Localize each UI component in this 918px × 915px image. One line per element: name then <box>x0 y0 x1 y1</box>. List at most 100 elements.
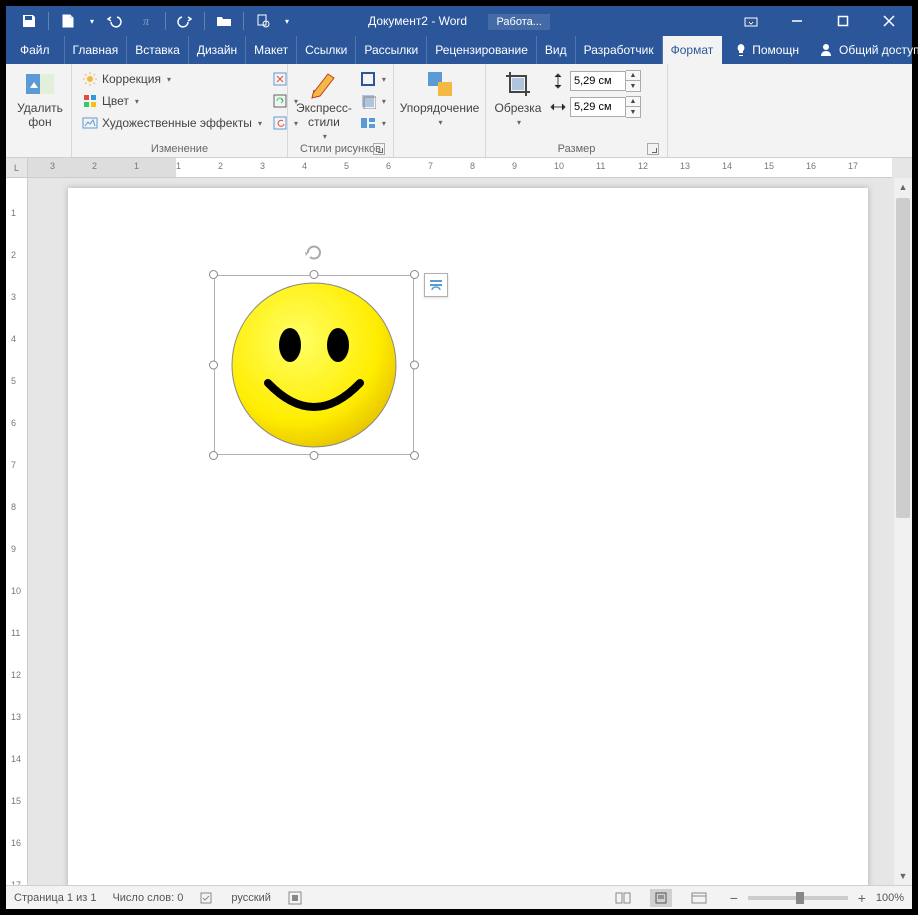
remove-background-button[interactable]: Удалить фон <box>14 68 66 130</box>
crop-icon <box>502 68 534 100</box>
tell-me-button[interactable]: Помощн <box>726 36 807 64</box>
redo-button[interactable] <box>170 9 200 33</box>
smiley-image <box>228 279 400 451</box>
document-area[interactable] <box>28 178 894 885</box>
group-remove-bg: Удалить фон <box>6 64 72 157</box>
minimize-button[interactable] <box>774 6 820 36</box>
page-indicator[interactable]: Страница 1 из 1 <box>14 892 96 904</box>
width-input[interactable] <box>570 97 626 117</box>
window-title: Документ2 - Word Работа... <box>368 14 550 28</box>
handle-bl[interactable] <box>209 451 218 460</box>
zoom-percent[interactable]: 100% <box>876 892 904 904</box>
group-picture-styles: Экспресс-стили▾ ▾ ▾ ▾ Стили рисунков <box>288 64 394 157</box>
undo-button[interactable] <box>99 9 129 33</box>
zoom-out-button[interactable]: − <box>726 890 742 906</box>
palette-icon <box>82 93 98 109</box>
picture-effects-button[interactable]: ▾ <box>358 90 388 112</box>
layout-options-button[interactable] <box>424 273 448 297</box>
artistic-icon <box>82 115 98 131</box>
print-layout-button[interactable] <box>650 889 672 907</box>
horizontal-ruler[interactable]: 3211234567891011121314151617 <box>28 158 892 178</box>
share-button[interactable]: Общий доступ <box>807 36 918 64</box>
tab-review[interactable]: Рецензирование <box>427 36 537 64</box>
spellcheck-icon[interactable] <box>199 890 215 906</box>
artistic-effects-button[interactable]: Художественные эффекты▾ <box>80 112 264 134</box>
qat-customize[interactable]: ▾ <box>280 17 292 26</box>
tab-view[interactable]: Вид <box>537 36 576 64</box>
tab-file[interactable]: Файл <box>6 36 65 64</box>
width-up[interactable]: ▲ <box>626 97 640 107</box>
corrections-button[interactable]: Коррекция▾ <box>80 68 264 90</box>
picture-layout-button[interactable]: ▾ <box>358 112 388 134</box>
picstyles-dialog-launcher[interactable] <box>373 143 385 155</box>
ruler-corner: L <box>6 158 28 178</box>
tab-design[interactable]: Дизайн <box>189 36 246 64</box>
handle-t[interactable] <box>310 270 319 279</box>
change-pic-icon <box>272 93 288 109</box>
width-down[interactable]: ▼ <box>626 107 640 117</box>
ribbon-options-button[interactable] <box>728 6 774 36</box>
crop-button[interactable]: Обрезка▾ <box>494 68 542 127</box>
handle-b[interactable] <box>310 451 319 460</box>
handle-r[interactable] <box>410 361 419 370</box>
scroll-down[interactable]: ▼ <box>894 867 912 885</box>
scroll-up[interactable]: ▲ <box>894 178 912 196</box>
page <box>68 188 868 885</box>
height-down[interactable]: ▼ <box>626 81 640 91</box>
tab-references[interactable]: Ссылки <box>297 36 356 64</box>
scroll-thumb[interactable] <box>896 198 910 518</box>
height-input[interactable] <box>570 71 626 91</box>
width-field-row: ▲▼ <box>548 96 643 118</box>
tab-home[interactable]: Главная <box>65 36 128 64</box>
zoom-in-button[interactable]: + <box>854 890 870 906</box>
brightness-icon <box>82 71 98 87</box>
rotate-handle[interactable] <box>304 243 324 263</box>
word-count[interactable]: Число слов: 0 <box>112 892 183 904</box>
zoom-control: − + 100% <box>726 890 904 906</box>
selected-picture[interactable] <box>214 275 414 455</box>
tab-insert[interactable]: Вставка <box>127 36 189 64</box>
tab-format[interactable]: Формат <box>663 36 723 64</box>
group-size: Обрезка▾ ▲▼ ▲▼ <box>486 64 668 157</box>
arrange-button[interactable]: Упорядочение▾ <box>402 68 478 127</box>
maximize-button[interactable] <box>820 6 866 36</box>
language-indicator[interactable]: русский <box>231 892 270 904</box>
quick-access-toolbar: ▾ π ▾ <box>6 9 292 33</box>
quick-styles-button[interactable]: Экспресс-стили▾ <box>296 68 352 141</box>
zoom-slider[interactable] <box>748 896 848 900</box>
zoom-thumb[interactable] <box>796 892 804 904</box>
vertical-scrollbar[interactable]: ▲ ▼ <box>894 178 912 885</box>
handle-tr[interactable] <box>410 270 419 279</box>
ribbon: Удалить фон Коррекция▾ Цвет▾ Художес <box>6 64 912 158</box>
save-button[interactable] <box>14 9 44 33</box>
width-icon <box>550 99 566 115</box>
group-label-size: Размер <box>494 141 659 155</box>
tab-mailings[interactable]: Рассылки <box>356 36 427 64</box>
vertical-ruler[interactable]: 123456789101112131415161718 <box>6 178 28 885</box>
tab-developer[interactable]: Разработчик <box>576 36 663 64</box>
macro-icon[interactable] <box>287 890 303 906</box>
group-arrange: Упорядочение▾ <box>394 64 486 157</box>
close-button[interactable] <box>866 6 912 36</box>
group-label-picstyles: Стили рисунков <box>296 141 385 155</box>
effects-icon <box>360 93 376 109</box>
handle-br[interactable] <box>410 451 419 460</box>
pi-button[interactable]: π <box>131 9 161 33</box>
height-field-row: ▲▼ <box>548 70 643 92</box>
handle-l[interactable] <box>209 361 218 370</box>
read-mode-button[interactable] <box>612 889 634 907</box>
height-up[interactable]: ▲ <box>626 71 640 81</box>
arrange-icon <box>424 68 456 100</box>
handle-tl[interactable] <box>209 270 218 279</box>
new-dropdown[interactable]: ▾ <box>85 17 97 26</box>
tab-layout[interactable]: Макет <box>246 36 297 64</box>
color-button[interactable]: Цвет▾ <box>80 90 264 112</box>
print-preview-button[interactable] <box>248 9 278 33</box>
picture-border-button[interactable]: ▾ <box>358 68 388 90</box>
web-layout-button[interactable] <box>688 889 710 907</box>
size-dialog-launcher[interactable] <box>647 143 659 155</box>
new-button[interactable] <box>53 9 83 33</box>
group-label-adjust: Изменение <box>80 141 279 155</box>
open-button[interactable] <box>209 9 239 33</box>
titlebar: ▾ π ▾ Документ2 - Word Работа... <box>6 6 912 36</box>
